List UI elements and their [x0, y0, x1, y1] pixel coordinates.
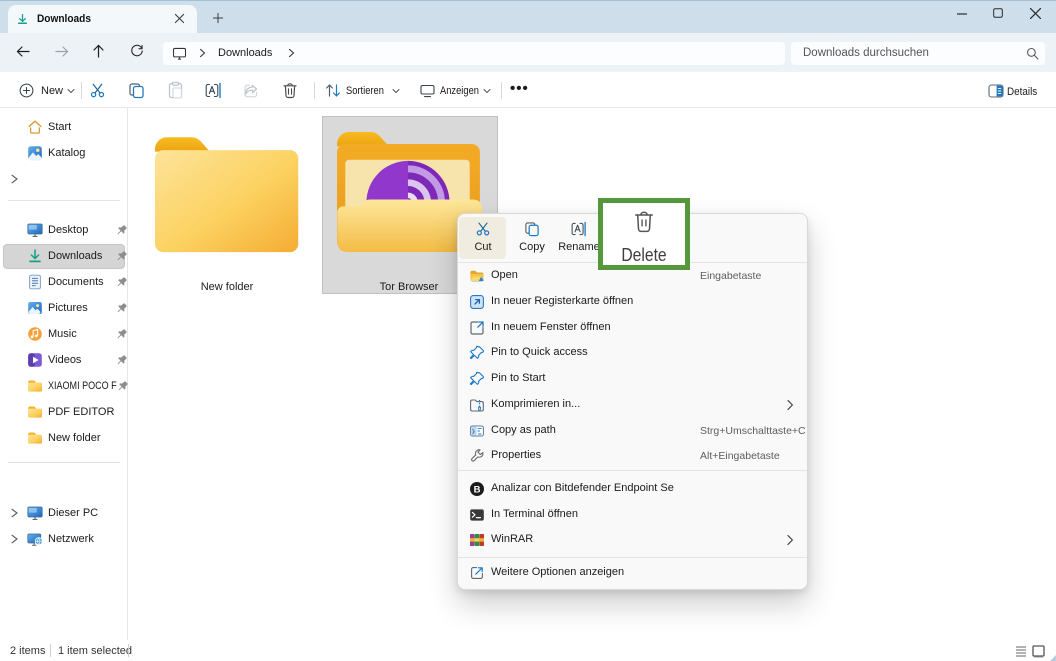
- svg-text:B: B: [474, 484, 481, 495]
